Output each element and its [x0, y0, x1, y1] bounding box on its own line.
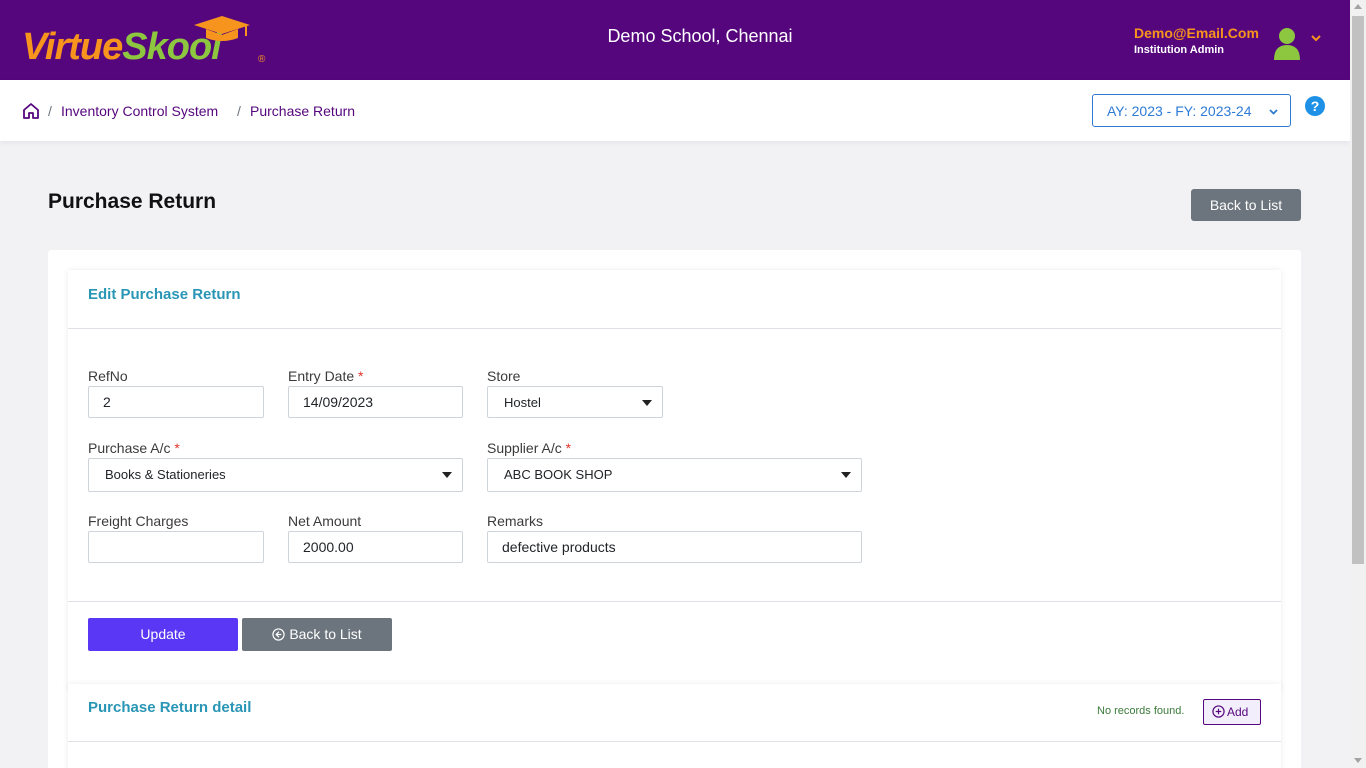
- scrollbar-thumb[interactable]: [1352, 16, 1364, 564]
- remarks-input[interactable]: defective products: [487, 531, 862, 563]
- scroll-down-arrow-icon[interactable]: [1354, 758, 1362, 763]
- user-avatar-icon[interactable]: [1272, 26, 1302, 60]
- detail-title: Purchase Return detail: [88, 699, 252, 716]
- scroll-up-arrow-icon[interactable]: [1354, 4, 1362, 9]
- store-label: Store: [487, 368, 521, 384]
- form-title: Edit Purchase Return: [88, 286, 241, 303]
- breadcrumb: / Inventory Control System / Purchase Re…: [0, 80, 1350, 141]
- user-email[interactable]: Demo@Email.Com: [1134, 25, 1259, 41]
- caret-down-icon: [442, 472, 452, 478]
- add-detail-button[interactable]: Add: [1203, 699, 1261, 725]
- no-records-text: No records found.: [1097, 705, 1185, 717]
- freight-label: Freight Charges: [88, 513, 189, 529]
- graduation-cap-icon: [194, 16, 250, 41]
- divider: [68, 601, 1281, 602]
- divider: [68, 328, 1281, 329]
- breadcrumb-inventory[interactable]: Inventory Control System: [61, 103, 218, 119]
- page-title: Purchase Return: [48, 190, 217, 213]
- freight-input[interactable]: [88, 531, 264, 563]
- breadcrumb-separator: /: [48, 103, 52, 119]
- help-icon[interactable]: ?: [1305, 96, 1325, 116]
- user-role: Institution Admin: [1134, 44, 1225, 56]
- back-to-list-button[interactable]: Back to List: [1191, 189, 1301, 221]
- refno-label: RefNo: [88, 368, 128, 384]
- circle-arrow-left-icon: [272, 628, 285, 641]
- purchase-ac-select[interactable]: Books & Stationeries: [88, 458, 463, 492]
- caret-down-icon: [841, 472, 851, 478]
- store-select[interactable]: Hostel: [487, 386, 663, 418]
- back-to-list-form-button[interactable]: Back to List: [242, 618, 392, 651]
- chevron-down-icon[interactable]: [1310, 32, 1322, 44]
- remarks-label: Remarks: [487, 513, 544, 529]
- entry-date-label: Entry Date *: [288, 368, 364, 384]
- detail-card: [68, 684, 1281, 768]
- top-navbar: VirtueSkool ® Demo School, Chennai Demo@…: [0, 0, 1350, 80]
- page-scrollbar[interactable]: [1350, 0, 1366, 768]
- refno-input[interactable]: 2: [88, 386, 264, 418]
- caret-down-icon: [642, 400, 652, 406]
- purchase-ac-label: Purchase A/c *: [88, 440, 180, 456]
- net-amount-input[interactable]: 2000.00: [288, 531, 463, 563]
- chevron-down-icon: [1269, 109, 1278, 115]
- virtueskool-logo[interactable]: VirtueSkool ®: [22, 16, 272, 68]
- school-name: Demo School, Chennai: [607, 26, 793, 46]
- net-amount-label: Net Amount: [288, 513, 362, 529]
- supplier-ac-label: Supplier A/c *: [487, 440, 572, 456]
- academic-year-select[interactable]: AY: 2023 - FY: 2023-24: [1092, 94, 1291, 127]
- breadcrumb-separator: /: [237, 103, 241, 119]
- plus-circle-icon: [1212, 705, 1225, 718]
- divider: [68, 741, 1281, 742]
- home-icon[interactable]: [22, 102, 40, 120]
- supplier-ac-select[interactable]: ABC BOOK SHOP: [487, 458, 862, 492]
- breadcrumb-purchase-return: Purchase Return: [250, 103, 356, 119]
- update-button[interactable]: Update: [88, 618, 238, 651]
- logo-wordmark: VirtueSkool: [22, 26, 222, 68]
- entry-date-input[interactable]: 14/09/2023: [288, 386, 463, 418]
